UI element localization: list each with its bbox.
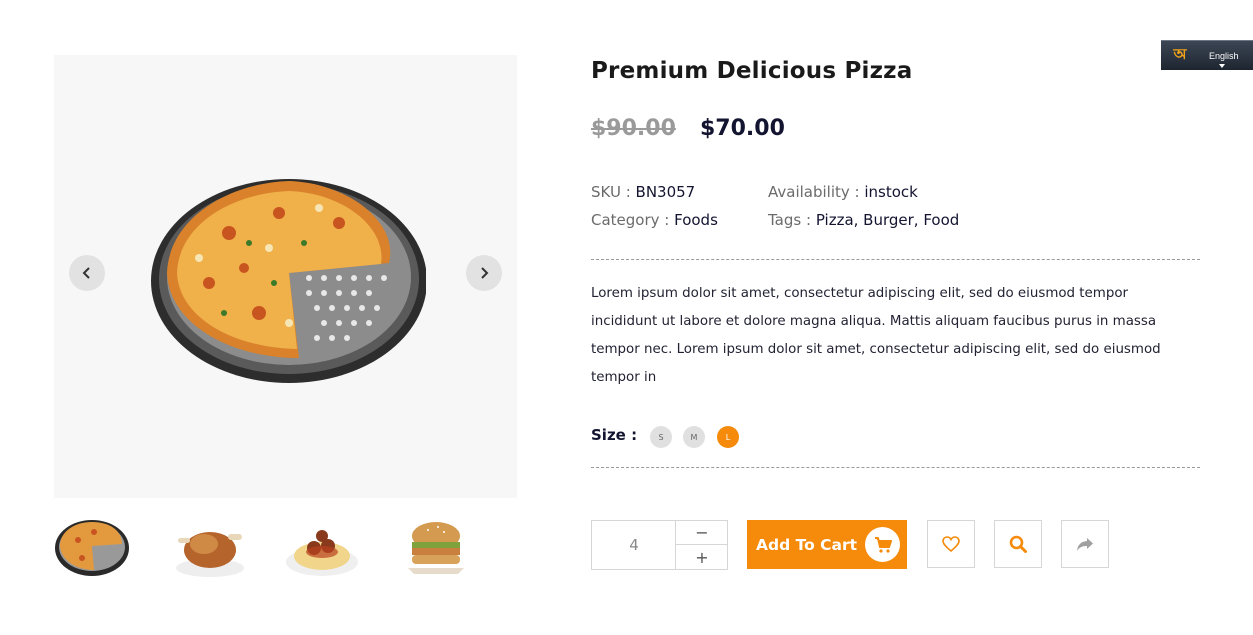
- divider: [591, 467, 1200, 468]
- divider: [591, 259, 1200, 260]
- sku-value: BN3057: [635, 183, 696, 201]
- pizza-thumbnail-image: [55, 520, 129, 576]
- chevron-left-icon: [82, 267, 90, 279]
- prev-image-button[interactable]: [69, 255, 105, 291]
- spaghetti-thumbnail-image: [286, 530, 358, 576]
- old-price: $90.00: [591, 116, 676, 141]
- increase-quantity-button[interactable]: +: [676, 545, 728, 569]
- decrease-quantity-button[interactable]: −: [676, 521, 728, 545]
- search-icon: [1009, 535, 1027, 553]
- cart-icon: [874, 536, 892, 553]
- quantity-stepper: 4 − +: [591, 520, 728, 570]
- thumbnail-pizza[interactable]: [54, 512, 130, 580]
- next-image-button[interactable]: [466, 255, 502, 291]
- burger-thumbnail-image: [408, 522, 464, 574]
- size-option-m[interactable]: M: [683, 426, 705, 448]
- main-product-image: [54, 55, 517, 498]
- sku-label: SKU :: [591, 183, 636, 201]
- thumbnail-burger[interactable]: [398, 512, 474, 580]
- product-page: অ English Premium Delicious Pizza $90.00…: [0, 0, 1253, 635]
- availability-row: Availability : instock: [768, 183, 918, 201]
- current-price: $70.00: [700, 116, 785, 141]
- pizza-image: [151, 179, 426, 383]
- size-label: Size :: [591, 426, 638, 444]
- availability-label: Availability :: [768, 183, 865, 201]
- category-link[interactable]: Foods: [674, 211, 718, 229]
- size-option-l[interactable]: L: [717, 426, 739, 448]
- availability-value: instock: [864, 183, 918, 201]
- chevron-right-icon: [481, 267, 489, 279]
- add-to-cart-label: Add To Cart: [756, 535, 858, 554]
- roast-chicken-thumbnail-image: [176, 532, 244, 577]
- tags-row: Tags : Pizza, Burger, Food: [768, 211, 959, 229]
- thumbnail-strip: [54, 512, 517, 582]
- quick-view-button[interactable]: [994, 520, 1042, 568]
- wishlist-button[interactable]: [927, 520, 975, 568]
- heart-icon: [942, 536, 960, 553]
- sku-row: SKU : BN3057: [591, 183, 695, 201]
- thumbnail-spaghetti-meatballs[interactable]: [284, 512, 360, 580]
- product-title: Premium Delicious Pizza: [591, 58, 913, 84]
- quantity-input[interactable]: 4: [592, 521, 676, 569]
- bengali-script-icon: অ: [1173, 45, 1187, 63]
- thumbnail-roast-chicken[interactable]: [172, 512, 248, 580]
- category-label: Category :: [591, 211, 675, 229]
- tags-links[interactable]: Pizza, Burger, Food: [816, 211, 959, 229]
- tags-label: Tags :: [768, 211, 816, 229]
- size-option-s[interactable]: S: [650, 426, 672, 448]
- product-description: Lorem ipsum dolor sit amet, consectetur …: [591, 286, 1161, 385]
- add-to-cart-button[interactable]: Add To Cart: [747, 520, 907, 569]
- caret-down-icon: [1219, 64, 1225, 68]
- share-button[interactable]: [1061, 520, 1109, 568]
- category-row: Category : Foods: [591, 211, 718, 229]
- language-label: English: [1209, 50, 1239, 61]
- quantity-buttons: − +: [675, 521, 728, 569]
- share-icon: [1077, 538, 1093, 551]
- cart-icon-badge: [865, 527, 900, 562]
- language-selector[interactable]: অ English: [1161, 40, 1253, 70]
